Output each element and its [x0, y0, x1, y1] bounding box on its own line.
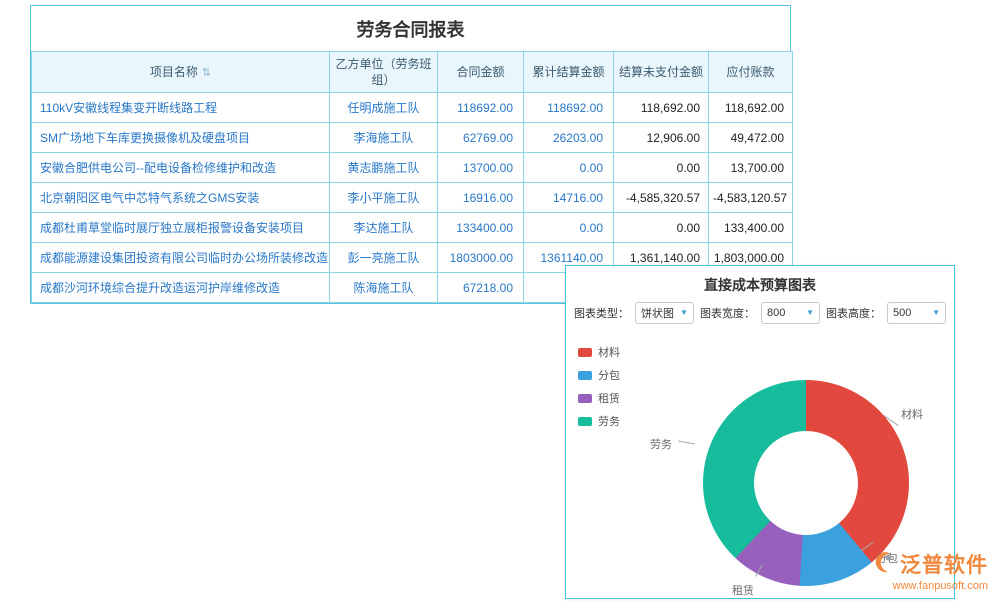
- settled-amount-cell: 26203.00: [524, 123, 614, 153]
- chart-height-label: 图表高度：: [826, 305, 881, 321]
- table-row: 北京朝阳区电气中芯特气系统之GMS安装 李小平施工队 16916.00 1471…: [32, 183, 793, 213]
- chart-width-value: 800: [767, 307, 785, 319]
- project-name-link[interactable]: SM广场地下车库更换摄像机及硬盘项目: [32, 123, 330, 153]
- legend-swatch: [578, 371, 592, 380]
- contractor-unit-link[interactable]: 李小平施工队: [330, 183, 438, 213]
- chart-type-label: 图表类型：: [574, 305, 629, 321]
- contract-amount-cell: 118692.00: [438, 93, 524, 123]
- logo-swoosh-icon: [872, 550, 896, 579]
- project-name-link[interactable]: 北京朝阳区电气中芯特气系统之GMS安装: [32, 183, 330, 213]
- contract-amount-cell: 67218.00: [438, 273, 524, 303]
- unpaid-amount-cell: 118,692.00: [614, 93, 709, 123]
- unpaid-amount-cell: -4,585,320.57: [614, 183, 709, 213]
- chart-type-value: 饼状图: [641, 305, 674, 321]
- unpaid-amount-cell: 0.00: [614, 213, 709, 243]
- contract-amount-cell: 133400.00: [438, 213, 524, 243]
- project-name-link[interactable]: 110kV安徽线程集变开断线路工程: [32, 93, 330, 123]
- payable-amount-cell: 13,700.00: [709, 153, 793, 183]
- legend-item[interactable]: 分包: [578, 367, 620, 383]
- column-header-contract-amount: 合同金额: [438, 52, 524, 93]
- unpaid-amount-cell: 0.00: [614, 153, 709, 183]
- contract-amount-cell: 1803000.00: [438, 243, 524, 273]
- report-title: 劳务合同报表: [31, 6, 790, 51]
- table-header-row: 项目名称 ⇅ 乙方单位（劳务班组） 合同金额 累计结算金额 结算未支付金额 应付账…: [32, 52, 793, 93]
- column-header-project-label: 项目名称: [150, 65, 198, 79]
- payable-amount-cell: 133,400.00: [709, 213, 793, 243]
- logo-url: www.fanpusoft.com: [872, 580, 988, 592]
- legend-swatch: [578, 348, 592, 357]
- sort-icon[interactable]: ⇅: [202, 67, 211, 79]
- settled-amount-cell: 0.00: [524, 153, 614, 183]
- contractor-unit-link[interactable]: 任明成施工队: [330, 93, 438, 123]
- contract-amount-cell: 13700.00: [438, 153, 524, 183]
- column-header-unit: 乙方单位（劳务班组）: [330, 52, 438, 93]
- legend-item[interactable]: 租赁: [578, 390, 620, 406]
- chevron-down-icon: ▼: [932, 309, 940, 317]
- table-row: 成都杜甫草堂临时展厅独立展柜报警设备安装项目 李达施工队 133400.00 0…: [32, 213, 793, 243]
- legend-item[interactable]: 材料: [578, 344, 620, 360]
- chart-legend: 材料分包租赁劳务: [578, 344, 620, 429]
- project-name-link[interactable]: 成都能源建设集团投资有限公司临时办公场所装修改造工程EPC: [32, 243, 330, 273]
- legend-label: 劳务: [598, 413, 620, 429]
- callout-line: [678, 441, 695, 445]
- column-header-payable: 应付账款: [709, 52, 793, 93]
- contractor-unit-link[interactable]: 李海施工队: [330, 123, 438, 153]
- contract-amount-cell: 16916.00: [438, 183, 524, 213]
- payable-amount-cell: 49,472.00: [709, 123, 793, 153]
- contract-amount-cell: 62769.00: [438, 123, 524, 153]
- contractor-unit-link[interactable]: 陈海施工队: [330, 273, 438, 303]
- legend-label: 租赁: [598, 390, 620, 406]
- project-name-link[interactable]: 安徽合肥供电公司--配电设备检修维护和改造: [32, 153, 330, 183]
- settled-amount-cell: 14716.00: [524, 183, 614, 213]
- chevron-down-icon: ▼: [680, 309, 688, 317]
- slice-label-material: 材料: [901, 406, 923, 422]
- labor-contract-report-panel: 劳务合同报表 项目名称 ⇅ 乙方单位（劳务班组） 合同金额 累计结算金额 结算未支…: [30, 5, 791, 304]
- donut-hole: [754, 431, 858, 535]
- legend-swatch: [578, 394, 592, 403]
- vendor-logo: 泛普软件 www.fanpusoft.com: [872, 549, 988, 592]
- chart-title: 直接成本预算图表: [566, 266, 954, 302]
- payable-amount-cell: 118,692.00: [709, 93, 793, 123]
- legend-item[interactable]: 劳务: [578, 413, 620, 429]
- legend-swatch: [578, 417, 592, 426]
- column-header-project[interactable]: 项目名称 ⇅: [32, 52, 330, 93]
- legend-label: 材料: [598, 344, 620, 360]
- contractor-unit-link[interactable]: 黄志鹏施工队: [330, 153, 438, 183]
- project-name-link[interactable]: 成都杜甫草堂临时展厅独立展柜报警设备安装项目: [32, 213, 330, 243]
- chart-width-select[interactable]: 800 ▼: [761, 302, 820, 324]
- contractor-unit-link[interactable]: 李达施工队: [330, 213, 438, 243]
- slice-label-labor: 劳务: [650, 436, 672, 452]
- project-name-link[interactable]: 成都沙河环境综合提升改造运河护岸维修改造: [32, 273, 330, 303]
- chevron-down-icon: ▼: [806, 309, 814, 317]
- chart-height-value: 500: [893, 307, 911, 319]
- chart-height-select[interactable]: 500 ▼: [887, 302, 946, 324]
- chart-type-select[interactable]: 饼状图 ▼: [635, 302, 694, 324]
- table-row: 安徽合肥供电公司--配电设备检修维护和改造 黄志鹏施工队 13700.00 0.…: [32, 153, 793, 183]
- chart-width-label: 图表宽度：: [700, 305, 755, 321]
- table-row: SM广场地下车库更换摄像机及硬盘项目 李海施工队 62769.00 26203.…: [32, 123, 793, 153]
- logo-name: 泛普软件: [900, 549, 988, 579]
- settled-amount-cell: 0.00: [524, 213, 614, 243]
- table-row: 110kV安徽线程集变开断线路工程 任明成施工队 118692.00 11869…: [32, 93, 793, 123]
- settled-amount-cell: 118692.00: [524, 93, 614, 123]
- payable-amount-cell: -4,583,120.57: [709, 183, 793, 213]
- column-header-settled-amount: 累计结算金额: [524, 52, 614, 93]
- slice-label-rental: 租赁: [732, 582, 754, 598]
- contractor-unit-link[interactable]: 彭一亮施工队: [330, 243, 438, 273]
- legend-label: 分包: [598, 367, 620, 383]
- unpaid-amount-cell: 12,906.00: [614, 123, 709, 153]
- column-header-unpaid-amount: 结算未支付金额: [614, 52, 709, 93]
- chart-controls: 图表类型： 饼状图 ▼ 图表宽度： 800 ▼ 图表高度： 500 ▼: [566, 302, 954, 324]
